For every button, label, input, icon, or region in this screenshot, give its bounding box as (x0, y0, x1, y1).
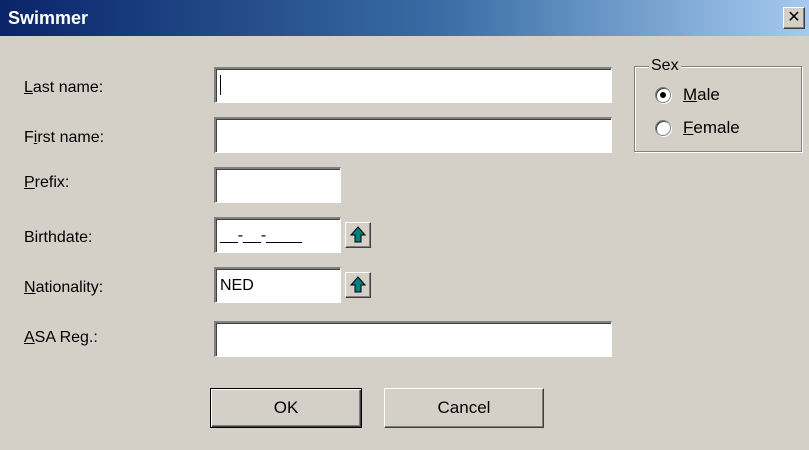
birthdate-input[interactable]: __-__-____ (214, 217, 341, 253)
birthdate-picker-button[interactable] (345, 222, 371, 248)
nationality-lookup-button[interactable] (345, 272, 371, 298)
text-caret (220, 74, 221, 95)
first-name-label: First name: (24, 129, 105, 146)
male-radio[interactable] (655, 87, 671, 103)
green-up-arrow-icon (350, 276, 366, 293)
female-radio-label[interactable]: Female (683, 117, 740, 139)
swimmer-dialog: Swimmer ✕ Last name: First name: Prefix:… (0, 0, 809, 450)
female-radio[interactable] (655, 120, 671, 136)
cancel-button[interactable]: Cancel (384, 388, 544, 428)
asa-reg-input[interactable] (214, 321, 612, 357)
radio-selected-dot (660, 92, 666, 98)
nationality-input[interactable]: NED (214, 267, 341, 303)
window-title: Swimmer (8, 8, 89, 28)
sex-group-title: Sex (649, 55, 681, 77)
close-button[interactable]: ✕ (783, 7, 805, 29)
sex-groupbox: Sex Male Female (634, 55, 802, 152)
prefix-label: Prefix: (24, 174, 70, 191)
prefix-input[interactable] (214, 167, 341, 203)
birthdate-label: Birthdate: (24, 229, 93, 246)
last-name-label: Last name: (24, 79, 104, 96)
male-radio-label[interactable]: Male (683, 84, 720, 106)
title-bar[interactable]: Swimmer ✕ (0, 0, 809, 36)
ok-button[interactable]: OK (210, 388, 362, 428)
first-name-input[interactable] (214, 117, 612, 153)
last-name-input[interactable] (214, 67, 612, 103)
close-icon: ✕ (787, 9, 801, 26)
asa-reg-label: ASA Reg.: (24, 329, 98, 346)
green-up-arrow-icon (350, 226, 366, 243)
nationality-label: Nationality: (24, 279, 104, 296)
